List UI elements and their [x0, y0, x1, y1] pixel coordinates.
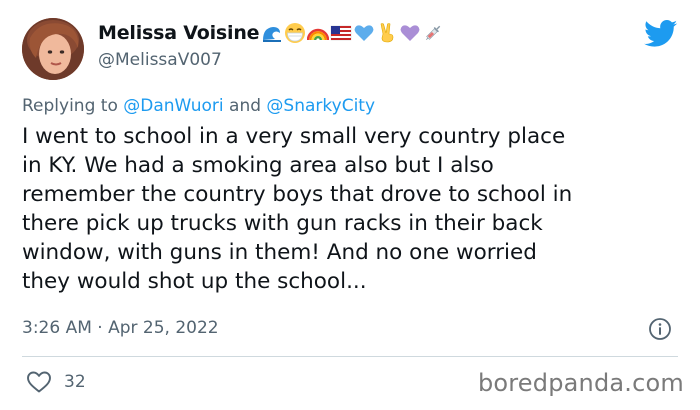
author-name[interactable]: Melissa Voisine: [98, 22, 260, 44]
tweet-text-line: they would shot up the school...: [22, 269, 367, 294]
wave-emoji: [261, 22, 283, 44]
mention-link-2[interactable]: @SnarkyCity: [266, 96, 375, 116]
mention-link-1[interactable]: @DanWuori: [123, 96, 223, 116]
tweet-card: Melissa Voisine @MelissaV007 Replying to…: [0, 0, 700, 410]
tweet-text: I went to school in a very small very co…: [22, 122, 684, 296]
purple-heart-emoji: [399, 22, 421, 44]
divider: [22, 356, 678, 357]
like-count: 32: [64, 372, 86, 392]
victory-hand-emoji: [376, 22, 398, 44]
tweet-text-line: I went to school in a very small very co…: [22, 124, 566, 149]
tweet-text-line: in KY. We had a smoking area also but I …: [22, 153, 494, 178]
rainbow-emoji: [307, 22, 330, 44]
author-name-row[interactable]: Melissa Voisine: [98, 22, 445, 44]
blue-heart-emoji: [353, 22, 375, 44]
reply-prefix: Replying to: [22, 96, 118, 116]
avatar[interactable]: [22, 18, 84, 80]
syringe-emoji: [422, 22, 444, 44]
tweet-text-line: there pick up trucks with gun racks in t…: [22, 211, 543, 236]
heart-outline-icon[interactable]: [26, 370, 52, 394]
face-with-mask-emoji: [284, 22, 306, 44]
author-handle[interactable]: @MelissaV007: [98, 50, 222, 70]
twitter-bird-icon[interactable]: [644, 20, 678, 48]
name-emojis: [261, 22, 445, 44]
reply-connector: and: [229, 96, 262, 116]
reply-context: Replying to @DanWuori and @SnarkyCity: [22, 96, 375, 116]
tweet-text-line: window, with guns in them! And no one wo…: [22, 240, 537, 265]
tweet-timestamp[interactable]: 3:26 AM · Apr 25, 2022: [22, 318, 219, 338]
info-icon[interactable]: [648, 317, 672, 341]
us-flag-emoji: [330, 22, 352, 44]
watermark: boredpanda.com: [477, 369, 684, 397]
tweet-text-line: remember the country boys that drove to …: [22, 182, 573, 207]
